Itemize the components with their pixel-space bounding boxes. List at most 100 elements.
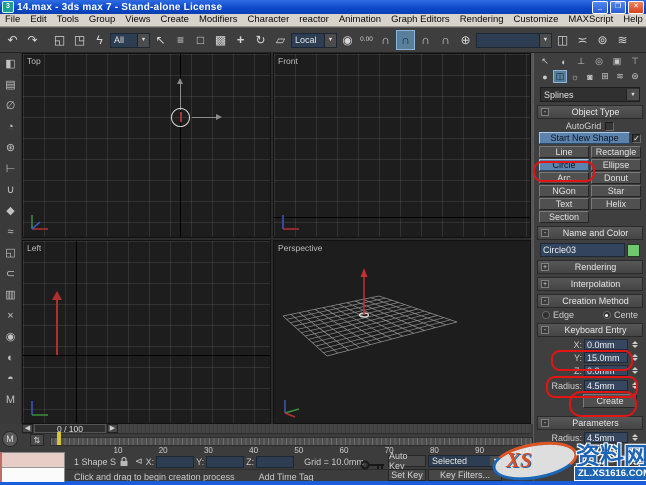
cloth-tool-icon[interactable]: ◓ bbox=[1, 368, 21, 389]
selection-lock-icon[interactable] bbox=[119, 456, 129, 467]
macro-recorder-icon[interactable]: M bbox=[2, 431, 18, 447]
layer-stack-tool-icon[interactable]: ▤ bbox=[1, 74, 21, 95]
viewport-front-label[interactable]: Front bbox=[278, 56, 298, 66]
menu-create[interactable]: Create bbox=[155, 14, 194, 26]
time-slider-handle[interactable]: 0 / 100 bbox=[34, 424, 106, 434]
select-object-icon[interactable]: ↖ bbox=[151, 30, 170, 50]
undo-icon[interactable]: ↶ bbox=[3, 30, 22, 50]
percent-snap-icon[interactable]: ∩ bbox=[416, 30, 435, 50]
snapshot-tool-icon[interactable]: ◧ bbox=[1, 53, 21, 74]
rollout-name-and-color[interactable]: - Name and Color bbox=[537, 226, 643, 240]
trackbar-position-marker[interactable] bbox=[57, 432, 61, 445]
status-x-field[interactable] bbox=[156, 455, 195, 468]
menu-animation[interactable]: Animation bbox=[334, 14, 386, 26]
x-input[interactable]: 0.0mm bbox=[584, 339, 628, 350]
add-time-tag-button[interactable]: Add Time Tag bbox=[259, 472, 314, 482]
maxscript-mini-listener[interactable] bbox=[0, 452, 65, 482]
x-spinner[interactable] bbox=[630, 340, 639, 349]
donut-tool-icon[interactable]: ◉ bbox=[1, 326, 21, 347]
menu-maxscript[interactable]: MAXScript bbox=[563, 14, 618, 26]
close-button[interactable]: ✕ bbox=[628, 0, 644, 14]
select-by-name-icon[interactable]: ≡ bbox=[171, 30, 190, 50]
autogrid-checkbox[interactable] bbox=[605, 121, 615, 131]
select-and-scale-icon[interactable]: ▱ bbox=[271, 30, 290, 50]
previous-frame-button[interactable]: ◀ bbox=[22, 424, 33, 433]
menu-edit[interactable]: Edit bbox=[25, 14, 51, 26]
bend-tool-icon[interactable]: ◔ bbox=[1, 116, 21, 137]
tab-display-icon[interactable]: ▣ bbox=[610, 55, 624, 68]
hand-tool-icon[interactable]: ∪ bbox=[1, 179, 21, 200]
shape-button-text[interactable]: Text bbox=[539, 198, 589, 210]
selection-filter-dropdown[interactable]: All ▼ bbox=[110, 32, 150, 48]
category-lights-icon[interactable]: ☼ bbox=[568, 70, 582, 83]
viewport-perspective-label[interactable]: Perspective bbox=[278, 243, 322, 253]
category-helpers-icon[interactable]: ⊞ bbox=[598, 70, 612, 83]
track-bar-ruler[interactable] bbox=[50, 437, 533, 446]
move-gizmo-y-axis[interactable] bbox=[56, 299, 58, 355]
shape-button-section[interactable]: Section bbox=[539, 211, 589, 223]
status-z-field[interactable] bbox=[256, 455, 295, 468]
viewport-front[interactable]: Front bbox=[273, 53, 531, 238]
move-gizmo-x-axis[interactable] bbox=[192, 117, 216, 118]
viewport-perspective[interactable]: Perspective bbox=[273, 240, 531, 424]
macro-tool-icon[interactable]: M bbox=[1, 389, 21, 410]
object-name-input[interactable]: Circle03 bbox=[540, 243, 625, 257]
bones-tool-icon[interactable]: ⊢ bbox=[1, 158, 21, 179]
rollout-creation-method[interactable]: - Creation Method bbox=[537, 294, 643, 308]
edge-radio-option[interactable]: Edge bbox=[542, 310, 574, 320]
menu-customize[interactable]: Customize bbox=[509, 14, 564, 26]
shape-button-ngon[interactable]: NGon bbox=[539, 185, 589, 197]
cut-tool-icon[interactable]: × bbox=[1, 305, 21, 326]
align-icon[interactable]: ≍ bbox=[573, 30, 592, 50]
y-spinner[interactable] bbox=[630, 353, 639, 362]
key-filters-button[interactable]: Key Filters... bbox=[428, 469, 502, 481]
eraser-tool-icon[interactable]: ∅ bbox=[1, 95, 21, 116]
select-and-manipulate-icon[interactable]: ⊕ bbox=[456, 30, 475, 50]
named-sets-dropdown[interactable]: ▼ bbox=[476, 32, 552, 48]
start-new-shape-checkbox[interactable]: ✓ bbox=[632, 133, 641, 143]
z-spinner[interactable] bbox=[630, 366, 639, 375]
tab-create-icon[interactable]: ↖ bbox=[538, 55, 552, 68]
spinner-snap-icon[interactable]: ∩ bbox=[436, 30, 455, 50]
object-color-swatch[interactable] bbox=[627, 243, 640, 257]
key-mode-dropdown[interactable]: Selected ▼ bbox=[428, 455, 502, 467]
chevron-down-icon[interactable]: ▼ bbox=[539, 33, 551, 47]
z-input[interactable]: 0.0mm bbox=[584, 365, 628, 376]
rollout-interpolation[interactable]: + Interpolation bbox=[537, 277, 643, 291]
menu-reactor[interactable]: reactor bbox=[294, 14, 334, 26]
move-gizmo-y-axis[interactable] bbox=[180, 84, 181, 110]
mirror-icon[interactable]: ◫ bbox=[553, 30, 572, 50]
viewport-left[interactable]: Left bbox=[22, 240, 271, 424]
menu-help[interactable]: Help bbox=[618, 14, 646, 26]
rollout-toggle-icon[interactable]: + bbox=[541, 263, 549, 271]
rollout-toggle-icon[interactable]: - bbox=[541, 326, 549, 334]
unlink-selection-icon[interactable]: ◳ bbox=[70, 30, 89, 50]
menu-views[interactable]: Views bbox=[120, 14, 155, 26]
shape-button-ellipse[interactable]: Ellipse bbox=[591, 159, 641, 171]
tab-utilities-icon[interactable]: ⊤ bbox=[628, 55, 642, 68]
set-key-button[interactable]: Set Key bbox=[388, 469, 426, 481]
category-shapes-icon[interactable]: ◫ bbox=[553, 70, 567, 83]
mini-listener-toggle-icon[interactable]: ⇅ bbox=[30, 434, 44, 446]
book-tool-icon[interactable]: ▥ bbox=[1, 284, 21, 305]
status-y-field[interactable] bbox=[206, 455, 245, 468]
category-systems-icon[interactable]: ⊛ bbox=[628, 70, 642, 83]
rollout-toggle-icon[interactable]: - bbox=[541, 419, 549, 427]
restore-button[interactable]: ❐ bbox=[610, 0, 626, 14]
menu-grapheditors[interactable]: Graph Editors bbox=[386, 14, 455, 26]
rollout-toggle-icon[interactable]: - bbox=[541, 108, 549, 116]
mini-listener-script-row[interactable] bbox=[2, 468, 64, 482]
rollout-rendering[interactable]: + Rendering bbox=[537, 260, 643, 274]
start-new-shape-button[interactable]: Start New Shape bbox=[539, 132, 630, 144]
viewport-top[interactable]: Top bbox=[22, 53, 271, 238]
next-frame-button[interactable]: ▶ bbox=[107, 424, 118, 433]
menu-character[interactable]: Character bbox=[243, 14, 295, 26]
select-and-move-icon[interactable]: + bbox=[231, 30, 250, 50]
shape-button-star[interactable]: Star bbox=[591, 185, 641, 197]
tab-motion-icon[interactable]: ◎ bbox=[592, 55, 606, 68]
shape-button-arc[interactable]: Arc bbox=[539, 172, 589, 184]
splines-dropdown[interactable]: Splines ▼ bbox=[540, 87, 640, 102]
chevron-down-icon[interactable]: ▼ bbox=[137, 33, 149, 47]
shape-button-rectangle[interactable]: Rectangle bbox=[591, 146, 641, 158]
shape-button-line[interactable]: Line bbox=[539, 146, 589, 158]
